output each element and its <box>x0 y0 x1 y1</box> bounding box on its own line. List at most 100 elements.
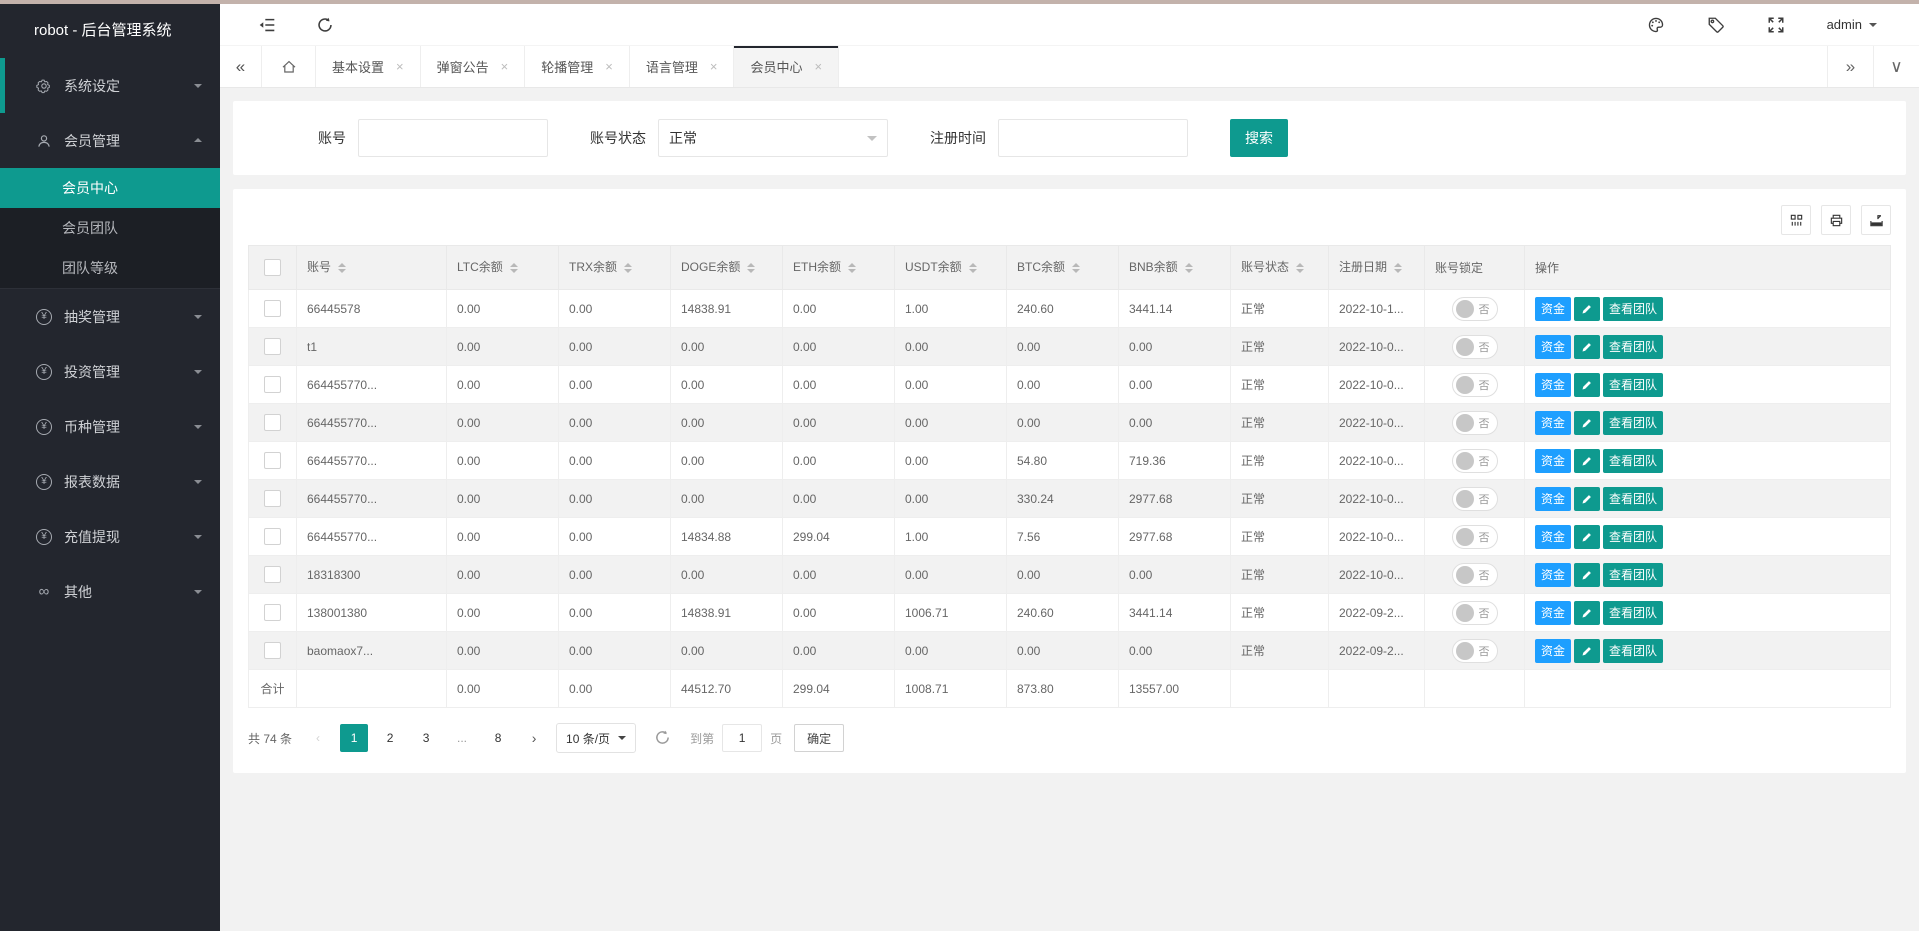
tab-item[interactable]: 轮播管理× <box>525 46 630 87</box>
fund-button[interactable]: 资金 <box>1535 449 1571 473</box>
goto-confirm-button[interactable]: 确定 <box>794 724 844 752</box>
edit-button[interactable] <box>1574 639 1600 663</box>
view-team-button[interactable]: 查看团队 <box>1603 411 1663 435</box>
row-checkbox[interactable] <box>264 414 281 431</box>
sidebar-subitem[interactable]: 会员团队 <box>0 208 220 248</box>
search-button[interactable]: 搜索 <box>1230 119 1288 157</box>
tab-close-icon[interactable]: × <box>710 59 718 74</box>
tab-close-icon[interactable]: × <box>396 59 404 74</box>
view-team-button[interactable]: 查看团队 <box>1603 449 1663 473</box>
tab-close-icon[interactable]: × <box>501 59 509 74</box>
edit-button[interactable] <box>1574 373 1600 397</box>
sort-icon[interactable] <box>1296 259 1304 277</box>
sidebar-item[interactable]: ¥报表数据 <box>0 454 220 509</box>
sort-icon[interactable] <box>1072 259 1080 277</box>
sidebar-item[interactable]: ¥充值提现 <box>0 509 220 564</box>
sort-icon[interactable] <box>510 259 518 277</box>
edit-button[interactable] <box>1574 411 1600 435</box>
lock-toggle[interactable]: 否 <box>1452 525 1498 549</box>
status-select[interactable]: 正常 <box>658 119 888 157</box>
row-checkbox[interactable] <box>264 528 281 545</box>
pagination-prev[interactable]: ‹ <box>304 724 332 752</box>
lock-toggle[interactable]: 否 <box>1452 411 1498 435</box>
row-checkbox[interactable] <box>264 566 281 583</box>
regtime-input[interactable] <box>998 119 1188 157</box>
tag-icon[interactable] <box>1707 16 1725 34</box>
pagination-page[interactable]: 2 <box>376 724 404 752</box>
tab-item[interactable]: 弹窗公告× <box>421 46 526 87</box>
fund-button[interactable]: 资金 <box>1535 411 1571 435</box>
columns-button[interactable] <box>1781 205 1811 235</box>
view-team-button[interactable]: 查看团队 <box>1603 563 1663 587</box>
sidebar-item[interactable]: ∞其他 <box>0 564 220 619</box>
sort-icon[interactable] <box>624 259 632 277</box>
tabs-scroll-left[interactable]: « <box>220 46 262 87</box>
lock-toggle[interactable]: 否 <box>1452 487 1498 511</box>
refresh-icon[interactable] <box>316 16 334 34</box>
lock-toggle[interactable]: 否 <box>1452 563 1498 587</box>
pagination-refresh-icon[interactable] <box>654 729 672 747</box>
lock-toggle[interactable]: 否 <box>1452 297 1498 321</box>
edit-button[interactable] <box>1574 297 1600 321</box>
sort-icon[interactable] <box>747 259 755 277</box>
lock-toggle[interactable]: 否 <box>1452 449 1498 473</box>
pagination-page[interactable]: 3 <box>412 724 440 752</box>
tabs-collapse[interactable]: ∨ <box>1873 46 1919 87</box>
tab-close-icon[interactable]: × <box>814 59 822 74</box>
tab-item[interactable]: 语言管理× <box>630 46 735 87</box>
pagination-page[interactable]: 1 <box>340 724 368 752</box>
lock-toggle[interactable]: 否 <box>1452 601 1498 625</box>
view-team-button[interactable]: 查看团队 <box>1603 601 1663 625</box>
edit-button[interactable] <box>1574 601 1600 625</box>
tab-close-icon[interactable]: × <box>605 59 613 74</box>
view-team-button[interactable]: 查看团队 <box>1603 525 1663 549</box>
fund-button[interactable]: 资金 <box>1535 487 1571 511</box>
lock-toggle[interactable]: 否 <box>1452 639 1498 663</box>
row-checkbox[interactable] <box>264 604 281 621</box>
sidebar-subitem[interactable]: 会员中心 <box>0 168 220 208</box>
pagination-next[interactable]: › <box>520 724 548 752</box>
sidebar-item[interactable]: ¥投资管理 <box>0 344 220 399</box>
row-checkbox[interactable] <box>264 338 281 355</box>
view-team-button[interactable]: 查看团队 <box>1603 639 1663 663</box>
sidebar-item[interactable]: 系统设定 <box>0 58 220 113</box>
view-team-button[interactable]: 查看团队 <box>1603 297 1663 321</box>
row-checkbox[interactable] <box>264 452 281 469</box>
fund-button[interactable]: 资金 <box>1535 639 1571 663</box>
sidebar-item[interactable]: 会员管理 <box>0 113 220 168</box>
theme-palette-icon[interactable] <box>1647 16 1665 34</box>
sort-icon[interactable] <box>969 259 977 277</box>
edit-button[interactable] <box>1574 449 1600 473</box>
fund-button[interactable]: 资金 <box>1535 297 1571 321</box>
fund-button[interactable]: 资金 <box>1535 373 1571 397</box>
sort-icon[interactable] <box>338 259 346 277</box>
sidebar-item[interactable]: ¥币种管理 <box>0 399 220 454</box>
account-input[interactable] <box>358 119 548 157</box>
sidebar-subitem[interactable]: 团队等级 <box>0 248 220 288</box>
tab-item[interactable]: 基本设置× <box>316 46 421 87</box>
view-team-button[interactable]: 查看团队 <box>1603 373 1663 397</box>
row-checkbox[interactable] <box>264 300 281 317</box>
goto-page-input[interactable] <box>722 724 762 752</box>
fullscreen-icon[interactable] <box>1767 16 1785 34</box>
fund-button[interactable]: 资金 <box>1535 601 1571 625</box>
lock-toggle[interactable]: 否 <box>1452 335 1498 359</box>
row-checkbox[interactable] <box>264 642 281 659</box>
collapse-sidebar-icon[interactable] <box>258 16 276 34</box>
lock-toggle[interactable]: 否 <box>1452 373 1498 397</box>
row-checkbox[interactable] <box>264 490 281 507</box>
view-team-button[interactable]: 查看团队 <box>1603 335 1663 359</box>
tabs-scroll-right[interactable]: » <box>1827 46 1873 87</box>
fund-button[interactable]: 资金 <box>1535 525 1571 549</box>
sort-icon[interactable] <box>1394 259 1402 277</box>
edit-button[interactable] <box>1574 335 1600 359</box>
edit-button[interactable] <box>1574 563 1600 587</box>
pagination-page[interactable]: 8 <box>484 724 512 752</box>
fund-button[interactable]: 资金 <box>1535 563 1571 587</box>
edit-button[interactable] <box>1574 525 1600 549</box>
view-team-button[interactable]: 查看团队 <box>1603 487 1663 511</box>
sidebar-item[interactable]: ¥抽奖管理 <box>0 289 220 344</box>
row-checkbox[interactable] <box>264 376 281 393</box>
edit-button[interactable] <box>1574 487 1600 511</box>
sort-icon[interactable] <box>1185 259 1193 277</box>
